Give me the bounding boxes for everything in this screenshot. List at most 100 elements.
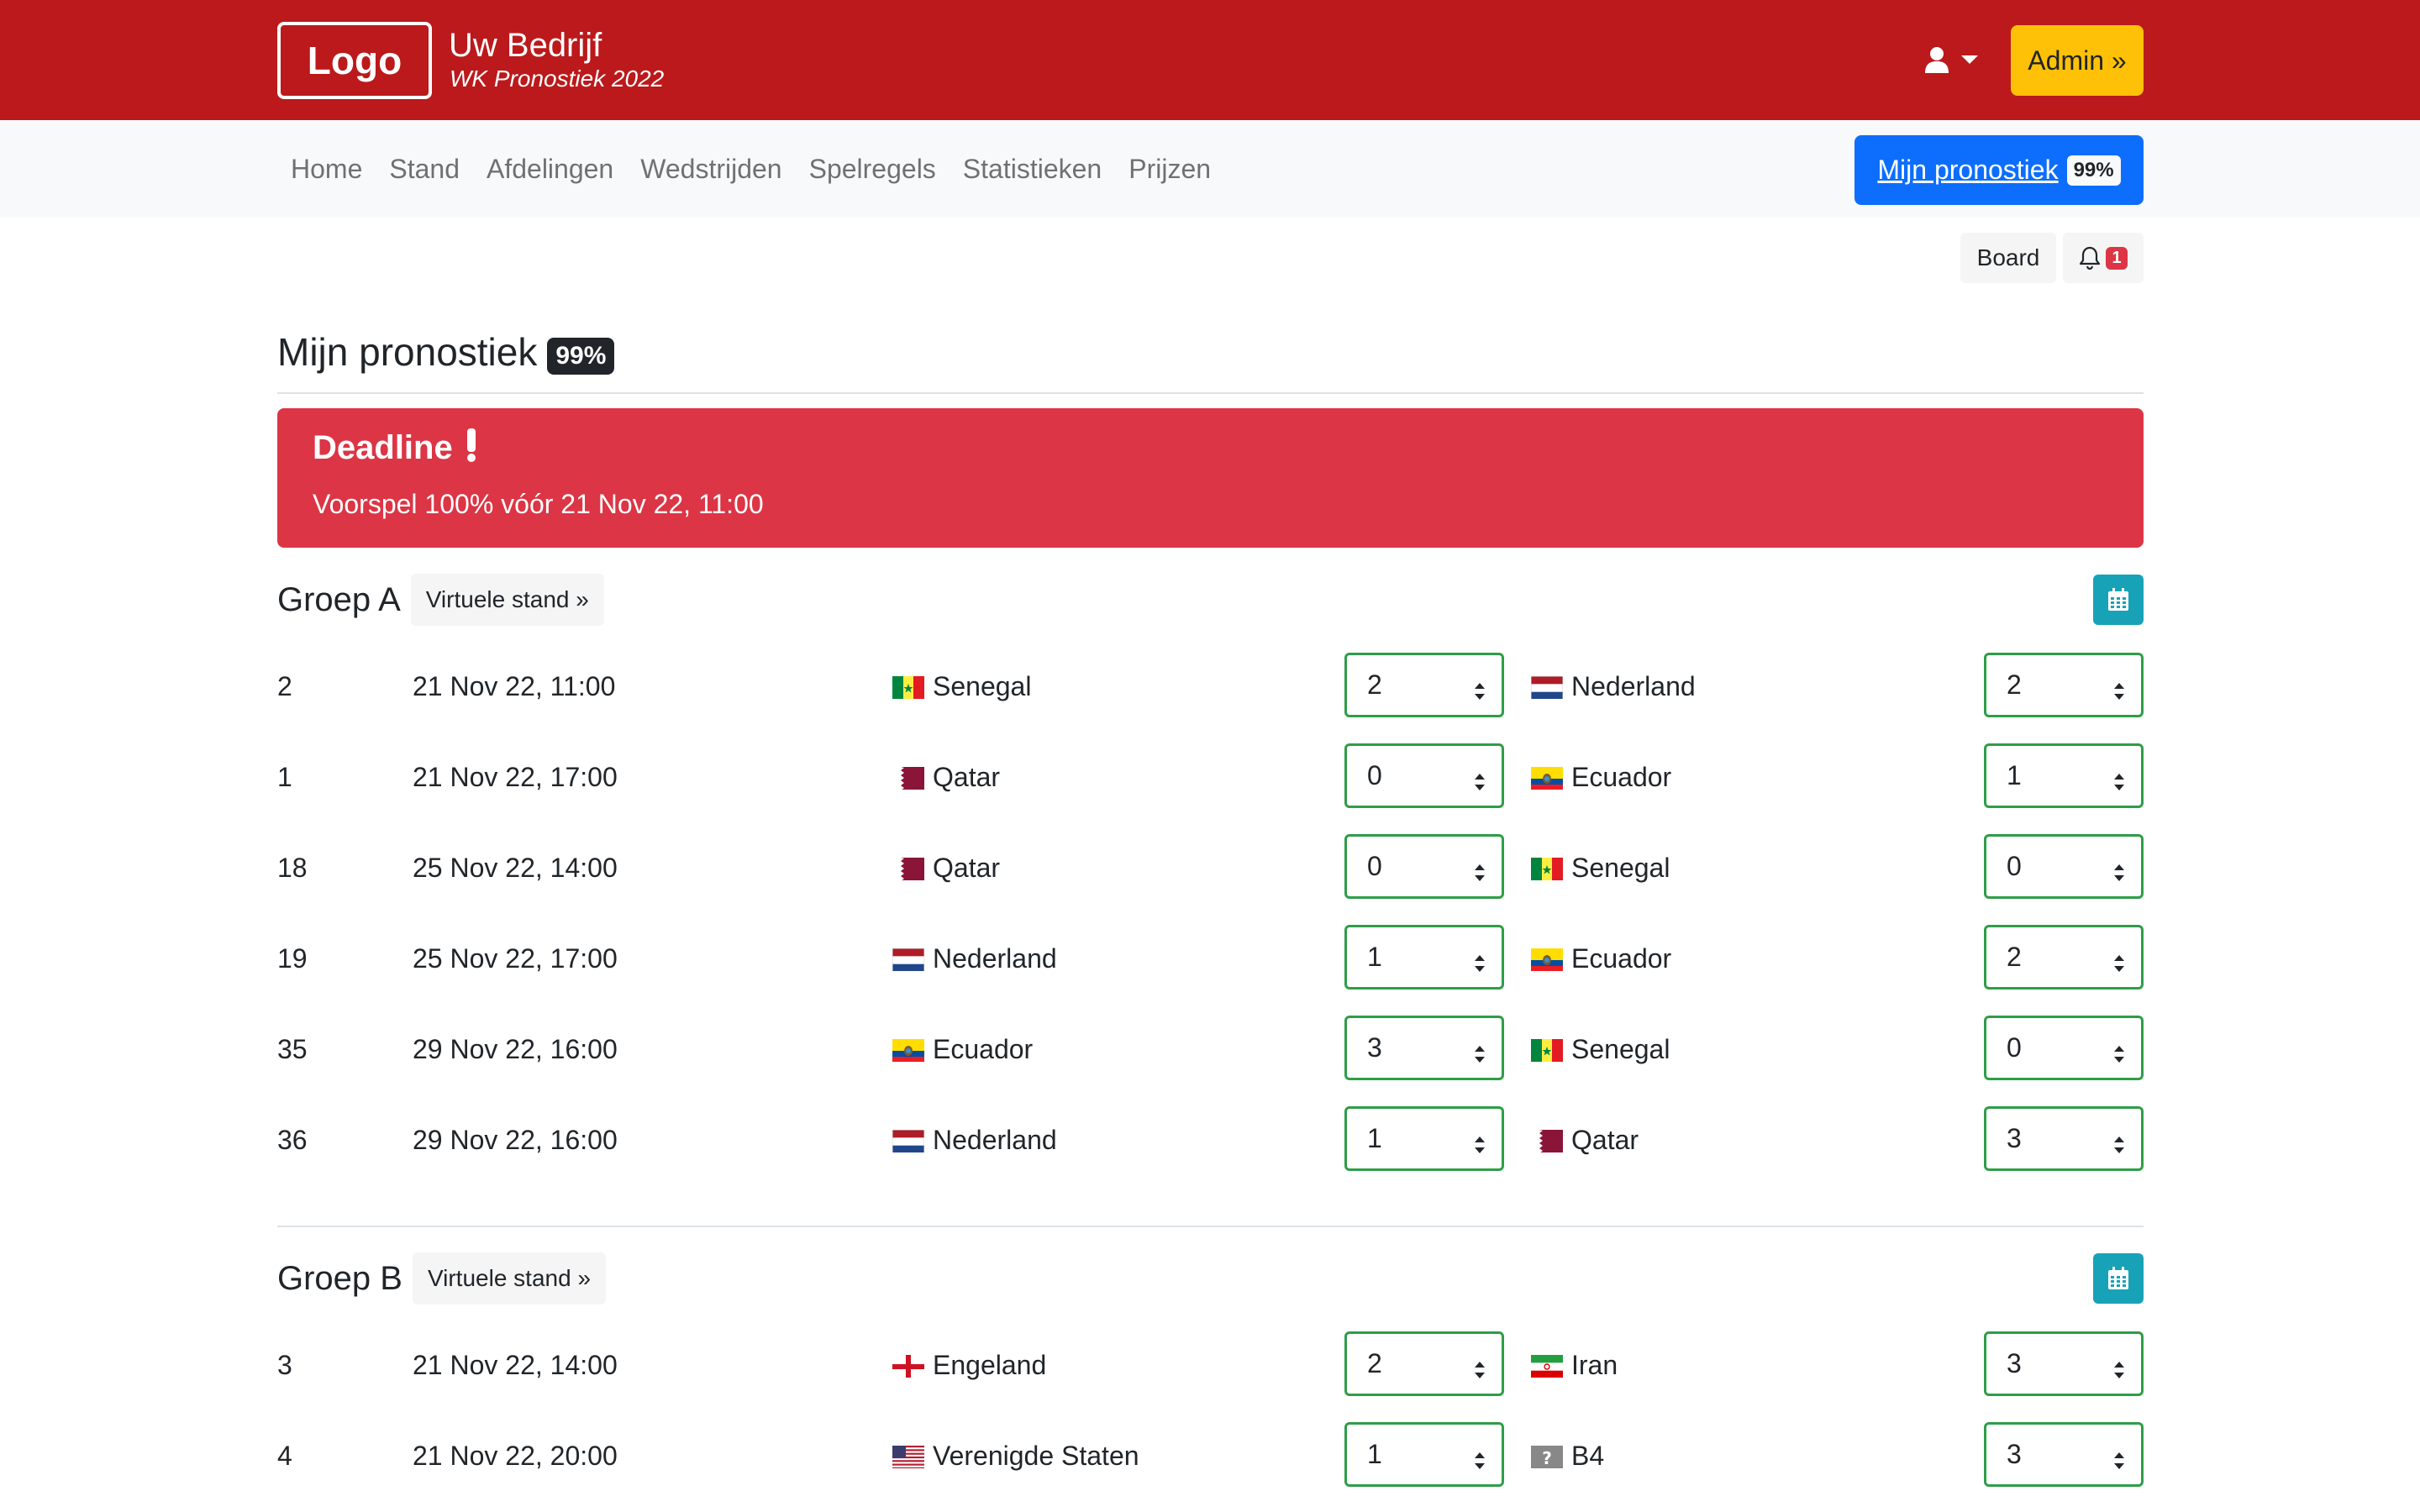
title-divider [277, 392, 2144, 394]
home-score-select[interactable]: 1 [1344, 1106, 1504, 1171]
away-score-value: 1 [2007, 760, 2022, 790]
match-row: 1 21 Nov 22, 17:00 Qatar 0 Ecuador 1 [277, 743, 2144, 811]
away-score-select[interactable]: 3 [1984, 1422, 2144, 1487]
home-score-value: 2 [1367, 669, 1382, 700]
away-score-value: 0 [2007, 1032, 2022, 1063]
select-arrows-icon [1473, 677, 1486, 700]
ec-flag-icon [1531, 766, 1563, 790]
home-team-name: Nederland [933, 1125, 1057, 1155]
match-date: 21 Nov 22, 11:00 [413, 671, 616, 701]
calendar-button[interactable] [2093, 1253, 2144, 1304]
group-title: Groep B [277, 1259, 402, 1297]
select-arrows-icon [2112, 1446, 2126, 1469]
away-team-name: Senegal [1571, 853, 1670, 883]
home-score-select[interactable]: 0 [1344, 834, 1504, 899]
away-team-name: Qatar [1571, 1125, 1639, 1155]
home-team-name: Nederland [933, 943, 1057, 974]
notification-count: 1 [2106, 246, 2128, 270]
away-score-value: 3 [2007, 1123, 2022, 1153]
away-team: Qatar [1531, 1125, 1639, 1156]
home-score-select[interactable]: 0 [1344, 743, 1504, 808]
select-arrows-icon [2112, 1040, 2126, 1063]
virtual-standings-button[interactable]: Virtuele stand » [410, 574, 604, 626]
home-score-select[interactable]: 1 [1344, 925, 1504, 990]
nav-home[interactable]: Home [277, 154, 376, 185]
away-score-value: 3 [2007, 1348, 2022, 1378]
sn-flag-icon [1531, 1038, 1563, 1062]
nl-flag-icon [892, 1129, 924, 1152]
select-arrows-icon [1473, 1131, 1486, 1153]
group-divider [277, 1226, 2144, 1227]
en-flag-icon [892, 1354, 924, 1378]
home-team-name: Ecuador [933, 1034, 1034, 1064]
sn-flag-icon [892, 675, 924, 699]
match-date: 25 Nov 22, 17:00 [413, 943, 618, 974]
match-number: 4 [277, 1441, 292, 1471]
match-number: 2 [277, 671, 292, 701]
board-button[interactable]: Board [1960, 233, 2056, 283]
nav-stand[interactable]: Stand [376, 154, 473, 185]
page-title: Mijn pronostiek 99% [277, 329, 615, 375]
away-team-name: B4 [1571, 1441, 1605, 1471]
group-title: Groep A [277, 580, 401, 618]
match-date: 21 Nov 22, 20:00 [413, 1441, 618, 1471]
logo[interactable]: Logo [277, 22, 432, 99]
away-team: ? B4 [1531, 1441, 1604, 1472]
home-score-value: 0 [1367, 851, 1382, 881]
away-team: Ecuador [1531, 762, 1671, 793]
away-team-name: Ecuador [1571, 943, 1672, 974]
select-arrows-icon [1473, 1446, 1486, 1469]
qa-flag-icon [892, 766, 924, 790]
match-date: 29 Nov 22, 16:00 [413, 1125, 618, 1155]
away-score-select[interactable]: 2 [1984, 653, 2144, 717]
away-score-select[interactable]: 2 [1984, 925, 2144, 990]
match-row: 18 25 Nov 22, 14:00 Qatar 0 Senegal 0 [277, 834, 2144, 901]
away-score-select[interactable]: 3 [1984, 1331, 2144, 1396]
match-number: 1 [277, 762, 292, 792]
home-team: Qatar [892, 762, 1000, 793]
home-score-select[interactable]: 2 [1344, 653, 1504, 717]
admin-button[interactable]: Admin » [2011, 25, 2144, 96]
nav-afdelingen[interactable]: Afdelingen [473, 154, 627, 185]
nav-prijzen[interactable]: Prijzen [1115, 154, 1224, 185]
home-score-select[interactable]: 2 [1344, 1331, 1504, 1396]
nl-flag-icon [892, 948, 924, 971]
user-menu[interactable] [1924, 40, 1991, 79]
away-score-select[interactable]: 1 [1984, 743, 2144, 808]
notifications-button[interactable]: 1 [2063, 233, 2144, 283]
my-prediction-button[interactable]: Mijn pronostiek 99% [1854, 135, 2144, 205]
nav-statistieken[interactable]: Statistieken [950, 154, 1115, 185]
chevron-down-icon [1961, 55, 1978, 64]
bell-icon [2080, 246, 2101, 270]
virtual-standings-button[interactable]: Virtuele stand » [412, 1252, 607, 1305]
home-team-name: Engeland [933, 1350, 1047, 1380]
away-team: Senegal [1531, 853, 1670, 884]
nav-wedstrijden[interactable]: Wedstrijden [627, 154, 795, 185]
away-team: Ecuador [1531, 943, 1671, 974]
away-score-select[interactable]: 0 [1984, 1016, 2144, 1080]
nav-spelregels[interactable]: Spelregels [796, 154, 950, 185]
deadline-text: Voorspel 100% vóór 21 Nov 22, 11:00 [313, 489, 764, 519]
home-team: Engeland [892, 1350, 1046, 1381]
home-score-select[interactable]: 3 [1344, 1016, 1504, 1080]
home-team: Qatar [892, 853, 1000, 884]
nl-flag-icon [1531, 675, 1563, 699]
ec-flag-icon [1531, 948, 1563, 971]
nav-links: Home Stand Afdelingen Wedstrijden Spelre… [277, 120, 1224, 218]
user-icon [1925, 47, 1949, 73]
home-team-name: Senegal [933, 671, 1032, 701]
unknown-flag-icon: ? [1531, 1445, 1563, 1468]
home-score-select[interactable]: 1 [1344, 1422, 1504, 1487]
calendar-button[interactable] [2093, 575, 2144, 625]
top-header: Logo Uw Bedrijf WK Pronostiek 2022 Admin… [0, 0, 2420, 120]
completion-badge: 99% [2066, 155, 2121, 186]
my-prediction-label: Mijn pronostiek [1877, 155, 2059, 185]
match-number: 3 [277, 1350, 292, 1380]
ir-flag-icon [1531, 1354, 1563, 1378]
home-team-name: Verenigde Staten [933, 1441, 1139, 1471]
match-row: 36 29 Nov 22, 16:00 Nederland 1 Qatar 3 [277, 1106, 2144, 1173]
svg-text:?: ? [1542, 1448, 1552, 1468]
away-team-name: Ecuador [1571, 762, 1672, 792]
away-score-select[interactable]: 0 [1984, 834, 2144, 899]
away-score-select[interactable]: 3 [1984, 1106, 2144, 1171]
